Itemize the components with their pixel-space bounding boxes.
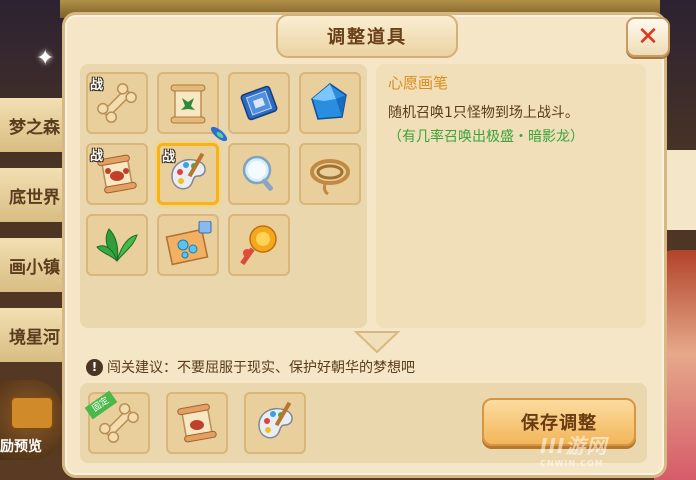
sparkle-star-icon: ✦ — [36, 46, 55, 71]
treasure-chest-icon — [10, 396, 54, 430]
reward-preview-label: 励预览 — [0, 439, 42, 455]
selected-item-name: 心愿画笔 — [388, 74, 449, 92]
item-description-panel: 心愿画笔 随机召唤1只怪物到场上战斗。 （有几率召唤出极盛・暗影龙） — [376, 64, 646, 328]
side-tab-3[interactable]: 境星河 — [0, 308, 70, 362]
dialog-title: 调整道具 — [327, 27, 407, 48]
stage-tip: ! 闯关建议：不要屈服于现实、保护好朝华的梦想吧 — [86, 357, 415, 377]
item-slot-rope[interactable] — [299, 143, 361, 205]
palette-brush-icon — [258, 401, 293, 439]
battle-tag: 战 — [90, 149, 104, 164]
selected-item-description: 随机召唤1只怪物到场上战斗。 — [388, 105, 579, 121]
item-slot-crystal[interactable] — [299, 72, 361, 134]
battle-tag: 战 — [90, 78, 104, 93]
stage-tip-text: 闯关建议：不要屈服于现实、保护好朝华的梦想吧 — [107, 360, 415, 376]
item-slot-blue-book[interactable] — [228, 72, 290, 134]
side-tab-1[interactable]: 底世界 — [0, 168, 70, 222]
side-tab-2[interactable]: 画小镇 — [0, 238, 70, 292]
item-slot-mirror[interactable] — [210, 126, 290, 205]
book-icon — [240, 85, 278, 121]
lollipop-icon — [240, 225, 277, 266]
magic-map-icon — [165, 221, 212, 266]
selected-item-note: （有几率召唤出极盛・暗影龙） — [388, 129, 584, 145]
scroll-green-icon — [170, 84, 206, 124]
item-slot-map[interactable] — [157, 214, 219, 276]
exclamation-icon: ! — [86, 358, 103, 376]
reward-preview-button[interactable]: 励预览 — [0, 380, 62, 460]
rope-coil-icon — [310, 159, 350, 196]
close-x-icon: ✕ — [637, 22, 659, 52]
item-slot-crab-scroll[interactable]: 战 — [86, 143, 148, 205]
site-watermark: III游网 CNWIN.COM — [540, 434, 608, 468]
equipped-slot-palette[interactable] — [244, 392, 306, 454]
magic-mirror-icon — [242, 155, 273, 191]
battle-tag: 战 — [162, 150, 176, 165]
close-button[interactable]: ✕ — [626, 17, 670, 57]
item-slot-palette-selected[interactable]: 战 — [157, 143, 219, 205]
dialog-title-tab: 调整道具 — [276, 14, 458, 58]
green-leaves-icon — [96, 228, 138, 263]
down-arrow-divider-icon — [353, 331, 401, 354]
side-tab-0[interactable]: 梦之森 — [0, 98, 70, 152]
scroll-crab-icon — [177, 403, 217, 443]
item-slot-lollipop[interactable] — [228, 214, 290, 276]
blue-crystal-icon — [311, 83, 347, 120]
equipped-slot-bone[interactable]: 固定 — [84, 390, 150, 454]
item-slot-bone[interactable]: 战 — [86, 72, 148, 134]
item-slot-leaves[interactable] — [86, 214, 148, 276]
feather-quill-icon — [210, 126, 228, 142]
equipped-slot-crab-scroll[interactable] — [166, 392, 228, 454]
